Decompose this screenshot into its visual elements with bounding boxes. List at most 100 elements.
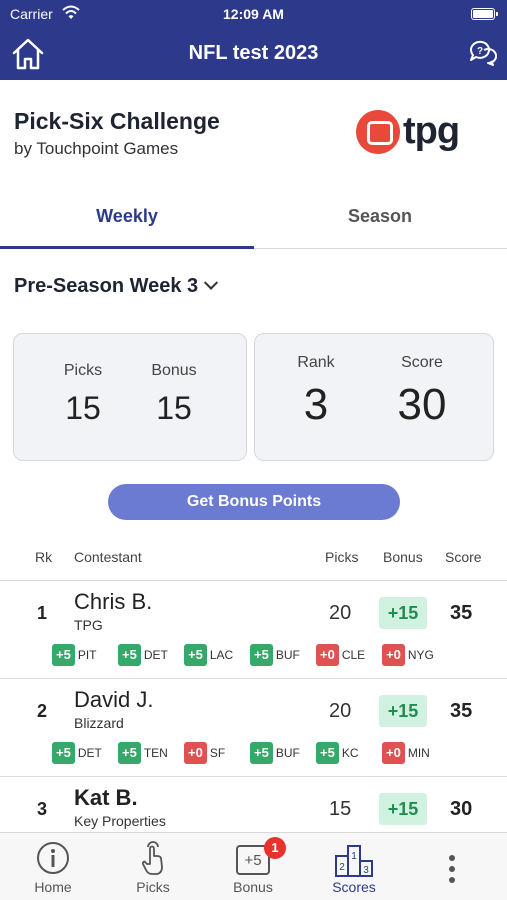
row-picks: 15 bbox=[329, 798, 352, 820]
chip-team: BUF bbox=[275, 648, 300, 662]
svg-text:1: 1 bbox=[351, 851, 357, 862]
score-stat: Score 30 bbox=[372, 354, 472, 430]
pick-chip: +5 DET bbox=[52, 742, 102, 764]
chip-team: MIN bbox=[407, 746, 430, 760]
chip-team: DET bbox=[143, 648, 168, 662]
challenge-subtitle: by Touchpoint Games bbox=[14, 139, 179, 158]
tab-home[interactable]: Home bbox=[3, 833, 103, 900]
tab-bonus[interactable]: +5 1 Bonus bbox=[203, 833, 303, 900]
row-name: Kat B. bbox=[74, 785, 138, 810]
info-icon bbox=[37, 842, 69, 874]
picks-stat-value: 15 bbox=[65, 390, 101, 426]
get-bonus-points-button[interactable]: Get Bonus Points bbox=[108, 484, 400, 520]
chip-points: +0 bbox=[316, 644, 339, 666]
row-rank: 2 bbox=[37, 701, 48, 721]
chip-points: +0 bbox=[184, 742, 207, 764]
picks-stat: Picks 15 bbox=[38, 362, 128, 427]
tab-picks[interactable]: Picks bbox=[103, 833, 203, 900]
row-bonus: +15 bbox=[379, 695, 427, 727]
rank-stat-label: Rank bbox=[297, 354, 335, 371]
header-contestant: Contestant bbox=[74, 549, 142, 565]
row-picks: 20 bbox=[329, 602, 352, 624]
tpg-logo-mark-icon bbox=[356, 110, 400, 154]
picks-stat-label: Picks bbox=[63, 362, 103, 379]
rank-stat: Rank 3 bbox=[266, 354, 366, 430]
pick-chip: +5 BUF bbox=[250, 742, 300, 764]
week-selector[interactable]: Pre-Season Week 3 bbox=[14, 275, 219, 298]
challenge-title: Pick-Six Challenge bbox=[14, 108, 220, 134]
chip-team: KC bbox=[341, 746, 359, 760]
row-picks: 20 bbox=[329, 700, 352, 722]
page-title: NFL test 2023 bbox=[188, 42, 319, 64]
chip-team: NYG bbox=[407, 648, 434, 662]
header-picks: Picks bbox=[325, 549, 359, 565]
pick-chip: +5 TEN bbox=[118, 742, 168, 764]
status-bar: Carrier 12:09 AM bbox=[0, 0, 507, 28]
rank-stat-value: 3 bbox=[303, 380, 329, 429]
chip-team: DET bbox=[77, 746, 102, 760]
row-name: Chris B. bbox=[74, 589, 153, 614]
header-bonus: Bonus bbox=[383, 549, 423, 565]
tab-bonus-label: Bonus bbox=[233, 879, 273, 895]
row-team: Blizzard bbox=[74, 715, 124, 731]
battery-icon bbox=[471, 8, 498, 20]
row-rank: 3 bbox=[37, 799, 48, 819]
chip-team: SF bbox=[209, 746, 226, 760]
chip-team: PIT bbox=[77, 648, 97, 662]
row-bonus: +15 bbox=[379, 597, 427, 629]
more-dots-icon[interactable] bbox=[449, 855, 455, 888]
pick-chip: +5 BUF bbox=[250, 644, 300, 666]
chip-team: BUF bbox=[275, 746, 300, 760]
pick-chip: +5 KC bbox=[316, 742, 359, 764]
row-team: Key Properties bbox=[74, 813, 166, 829]
chip-points: +5 bbox=[118, 742, 141, 764]
chip-points: +5 bbox=[118, 644, 141, 666]
chip-points: +5 bbox=[316, 742, 339, 764]
chip-points: +0 bbox=[382, 644, 405, 666]
chip-points: +5 bbox=[52, 742, 75, 764]
tpg-logo-text: tpg bbox=[403, 110, 460, 152]
help-chat-icon[interactable]: ? bbox=[467, 38, 497, 68]
header-rank: Rk bbox=[35, 549, 53, 565]
table-row[interactable]: 2 David J. Blizzard 20 +15 35 +5 DET +5 TE… bbox=[0, 678, 507, 776]
tabs: Weekly Season bbox=[0, 192, 507, 249]
tab-season[interactable]: Season bbox=[253, 192, 507, 249]
row-name: David J. bbox=[74, 687, 154, 712]
picks-bonus-card: Picks 15 Bonus 15 bbox=[13, 333, 247, 461]
pick-chip: +0 NYG bbox=[382, 644, 434, 666]
chip-team: TEN bbox=[143, 746, 168, 760]
tab-scores[interactable]: 2 1 3 Scores bbox=[304, 833, 404, 900]
tab-weekly[interactable]: Weekly bbox=[0, 192, 254, 249]
svg-text:?: ? bbox=[477, 46, 483, 57]
tab-scores-label: Scores bbox=[332, 879, 376, 895]
pick-chip: +0 SF bbox=[184, 742, 225, 764]
row-team: TPG bbox=[74, 617, 103, 633]
bonus-icon-text: +5 bbox=[244, 852, 262, 869]
nav-bar: NFL test 2023 ? bbox=[0, 28, 507, 80]
chip-points: +5 bbox=[52, 644, 75, 666]
pick-chip: +5 PIT bbox=[52, 644, 97, 666]
row-score: 35 bbox=[450, 602, 473, 624]
chip-team: CLE bbox=[341, 648, 366, 662]
svg-text:2: 2 bbox=[339, 862, 345, 873]
bonus-stat-value: 15 bbox=[156, 390, 192, 426]
bonus-stat-label: Bonus bbox=[151, 362, 197, 379]
table-row[interactable]: 1 Chris B. TPG 20 +15 35 +5 PIT +5 DET +5 L… bbox=[0, 580, 507, 678]
bonus-stat: Bonus 15 bbox=[129, 362, 219, 427]
chip-points: +0 bbox=[382, 742, 405, 764]
row-score: 35 bbox=[450, 700, 473, 722]
score-stat-value: 30 bbox=[397, 380, 447, 429]
row-score: 30 bbox=[450, 798, 473, 820]
notification-badge: 1 bbox=[264, 837, 286, 859]
chip-team: LAC bbox=[209, 648, 234, 662]
pick-chips: +5 PIT +5 DET +5 LAC +5 BUF +0 CLE +0 NYG bbox=[52, 644, 502, 666]
tap-hand-icon bbox=[142, 841, 163, 875]
score-stat-label: Score bbox=[401, 354, 443, 371]
pick-chip: +0 CLE bbox=[316, 644, 365, 666]
chip-points: +5 bbox=[250, 644, 273, 666]
svg-text:3: 3 bbox=[363, 865, 369, 876]
pick-chips: +5 DET +5 TEN +0 SF +5 BUF +5 KC +0 MIN bbox=[52, 742, 502, 764]
clock: 12:09 AM bbox=[223, 6, 284, 22]
chevron-down-icon bbox=[204, 275, 219, 290]
table-row[interactable]: 3 Kat B. Key Properties 15 +15 30 bbox=[0, 776, 507, 832]
